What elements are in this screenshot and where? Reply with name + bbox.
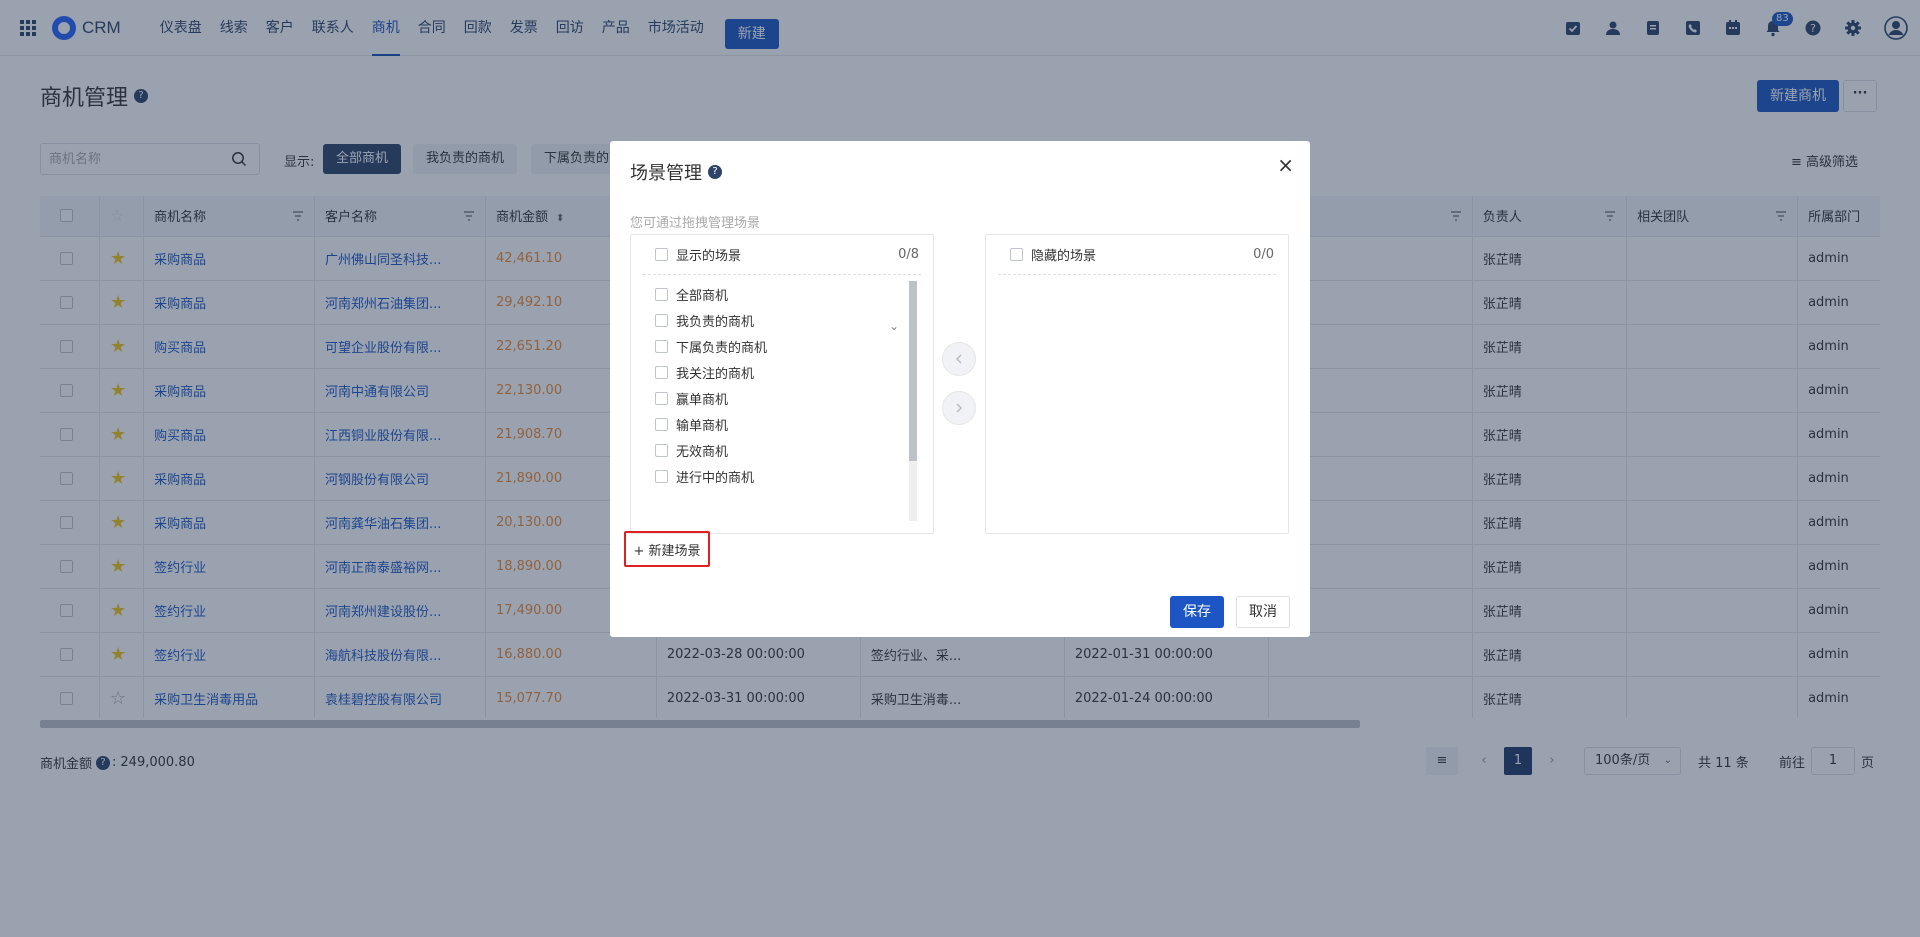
- scene-item-label: 全部商机: [676, 288, 729, 304]
- cancel-button[interactable]: 取消: [1236, 596, 1290, 628]
- shown-scenes-header: 显示的场景 0/8: [643, 235, 921, 275]
- hidden-scenes-title: 隐藏的场景: [1031, 249, 1097, 264]
- scene-item-label: 下属负责的商机: [676, 340, 768, 356]
- hidden-select-all-checkbox[interactable]: [1010, 248, 1023, 261]
- help-icon[interactable]: ?: [708, 165, 722, 179]
- save-button[interactable]: 保存: [1170, 596, 1224, 628]
- drag-hint: 您可通过拖拽管理场景: [630, 216, 761, 231]
- scene-item[interactable]: 我关注的商机: [631, 359, 933, 385]
- scene-item[interactable]: 我负责的商机: [631, 307, 933, 333]
- scene-item-checkbox[interactable]: [655, 417, 668, 431]
- scene-item-label: 无效商机: [676, 444, 729, 460]
- dialog-title: 场景管理 ?: [630, 159, 722, 185]
- scene-item-checkbox[interactable]: [655, 339, 668, 353]
- scene-item[interactable]: 进行中的商机: [631, 463, 933, 489]
- scene-management-dialog: 场景管理 ? × 您可通过拖拽管理场景 显示的场景 0/8 全部商机我负责的商机…: [610, 141, 1310, 637]
- hidden-scenes-header: 隐藏的场景 0/0: [998, 235, 1276, 275]
- new-scene-button[interactable]: + 新建场景: [624, 531, 710, 567]
- shown-select-all-checkbox[interactable]: [655, 248, 668, 261]
- scene-item-label: 我关注的商机: [676, 366, 755, 382]
- shown-scenes-title: 显示的场景: [676, 249, 742, 264]
- shown-scenes-panel: 显示的场景 0/8 全部商机我负责的商机 下属负责的商机 我关注的商机 赢单商机输单商…: [630, 234, 934, 534]
- scene-item-checkbox[interactable]: [655, 287, 668, 301]
- scene-item-checkbox[interactable]: [655, 313, 668, 327]
- scene-item-checkbox[interactable]: [655, 391, 668, 405]
- scene-item[interactable]: 下属负责的商机: [631, 333, 933, 359]
- scene-item-label: 我负责的商机: [676, 314, 755, 330]
- move-right-button[interactable]: [942, 391, 976, 425]
- scene-item[interactable]: 输单商机: [631, 411, 933, 437]
- close-icon[interactable]: ×: [1277, 153, 1294, 177]
- scene-item[interactable]: 赢单商机: [631, 385, 933, 411]
- scene-item[interactable]: 全部商机: [631, 281, 933, 307]
- scene-item-checkbox[interactable]: [655, 469, 668, 483]
- hidden-scenes-count: 0/0: [1253, 247, 1274, 262]
- chevron-down-icon[interactable]: ⌄: [889, 319, 899, 333]
- scene-item-label: 赢单商机: [676, 392, 729, 408]
- shown-list-scrollbar[interactable]: [909, 281, 917, 521]
- scene-item[interactable]: 无效商机: [631, 437, 933, 463]
- scene-item-checkbox[interactable]: [655, 365, 668, 379]
- dialog-title-text: 场景管理: [630, 163, 702, 184]
- hidden-scenes-panel: 隐藏的场景 0/0: [985, 234, 1289, 534]
- scene-item-label: 输单商机: [676, 418, 729, 434]
- scene-item-label: 进行中的商机: [676, 470, 755, 486]
- scene-item-checkbox[interactable]: [655, 443, 668, 457]
- move-left-button[interactable]: [942, 342, 976, 376]
- chevron-right-icon: [956, 403, 963, 413]
- shown-scenes-list: 全部商机我负责的商机 下属负责的商机 我关注的商机 赢单商机输单商机无效商机进行中的商…: [631, 275, 933, 489]
- chevron-left-icon: [955, 354, 962, 364]
- shown-scenes-count: 0/8: [898, 247, 919, 262]
